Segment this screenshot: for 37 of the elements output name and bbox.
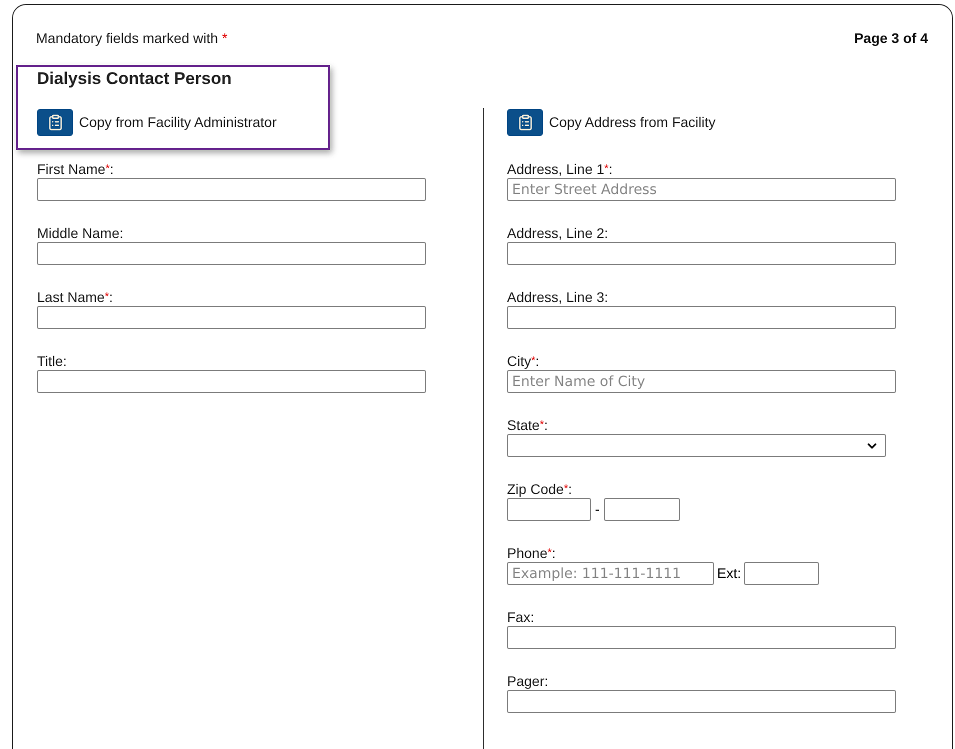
text-field[interactable] [507,690,896,713]
text-field[interactable] [37,242,426,265]
field-label: Address, Line 1*: [507,161,614,178]
text-field[interactable] [507,626,896,649]
field-label: Last Name*: [37,289,114,306]
state-dropdown[interactable] [507,434,886,457]
text-field[interactable]: Enter Name of City [507,370,896,393]
field-label: Middle Name: [37,225,124,242]
clipboard-icon [37,109,73,136]
field-label: Address, Line 3: [507,289,610,306]
page-indicator: Page 3 of 4 [854,30,928,47]
section-title: Dialysis Contact Person [37,69,233,89]
clipboard-icon [507,109,543,136]
copy-button[interactable]: Copy from Facility Administrator [37,109,277,136]
field-label: Title: [37,353,68,370]
text-field[interactable] [37,306,426,329]
field-label: First Name*: [37,161,115,178]
copy-button[interactable]: Copy Address from Facility [507,109,716,136]
mandatory-note: Mandatory fields marked with * [36,30,228,47]
field-label: Phone*: [507,545,557,562]
zip-extension-field[interactable] [604,498,680,521]
field-label: Fax: [507,609,536,626]
zip-field[interactable] [507,498,591,521]
field-label: State*: [507,417,549,434]
text-field[interactable]: Enter Street Address [507,178,896,201]
text-field[interactable] [37,370,426,393]
text-field[interactable] [507,242,896,265]
text-field[interactable] [507,306,896,329]
text-field[interactable] [37,178,426,201]
field-label: Zip Code*: [507,481,573,498]
phone-field[interactable]: Example: 111-111-1111 [507,562,714,585]
zip-separator: - [595,500,600,519]
field-label: Address, Line 2: [507,225,610,242]
ext-field[interactable] [744,562,820,585]
field-label: Pager: [507,673,550,690]
field-label: City*: [507,353,540,370]
ext-label: Ext: [717,564,742,583]
